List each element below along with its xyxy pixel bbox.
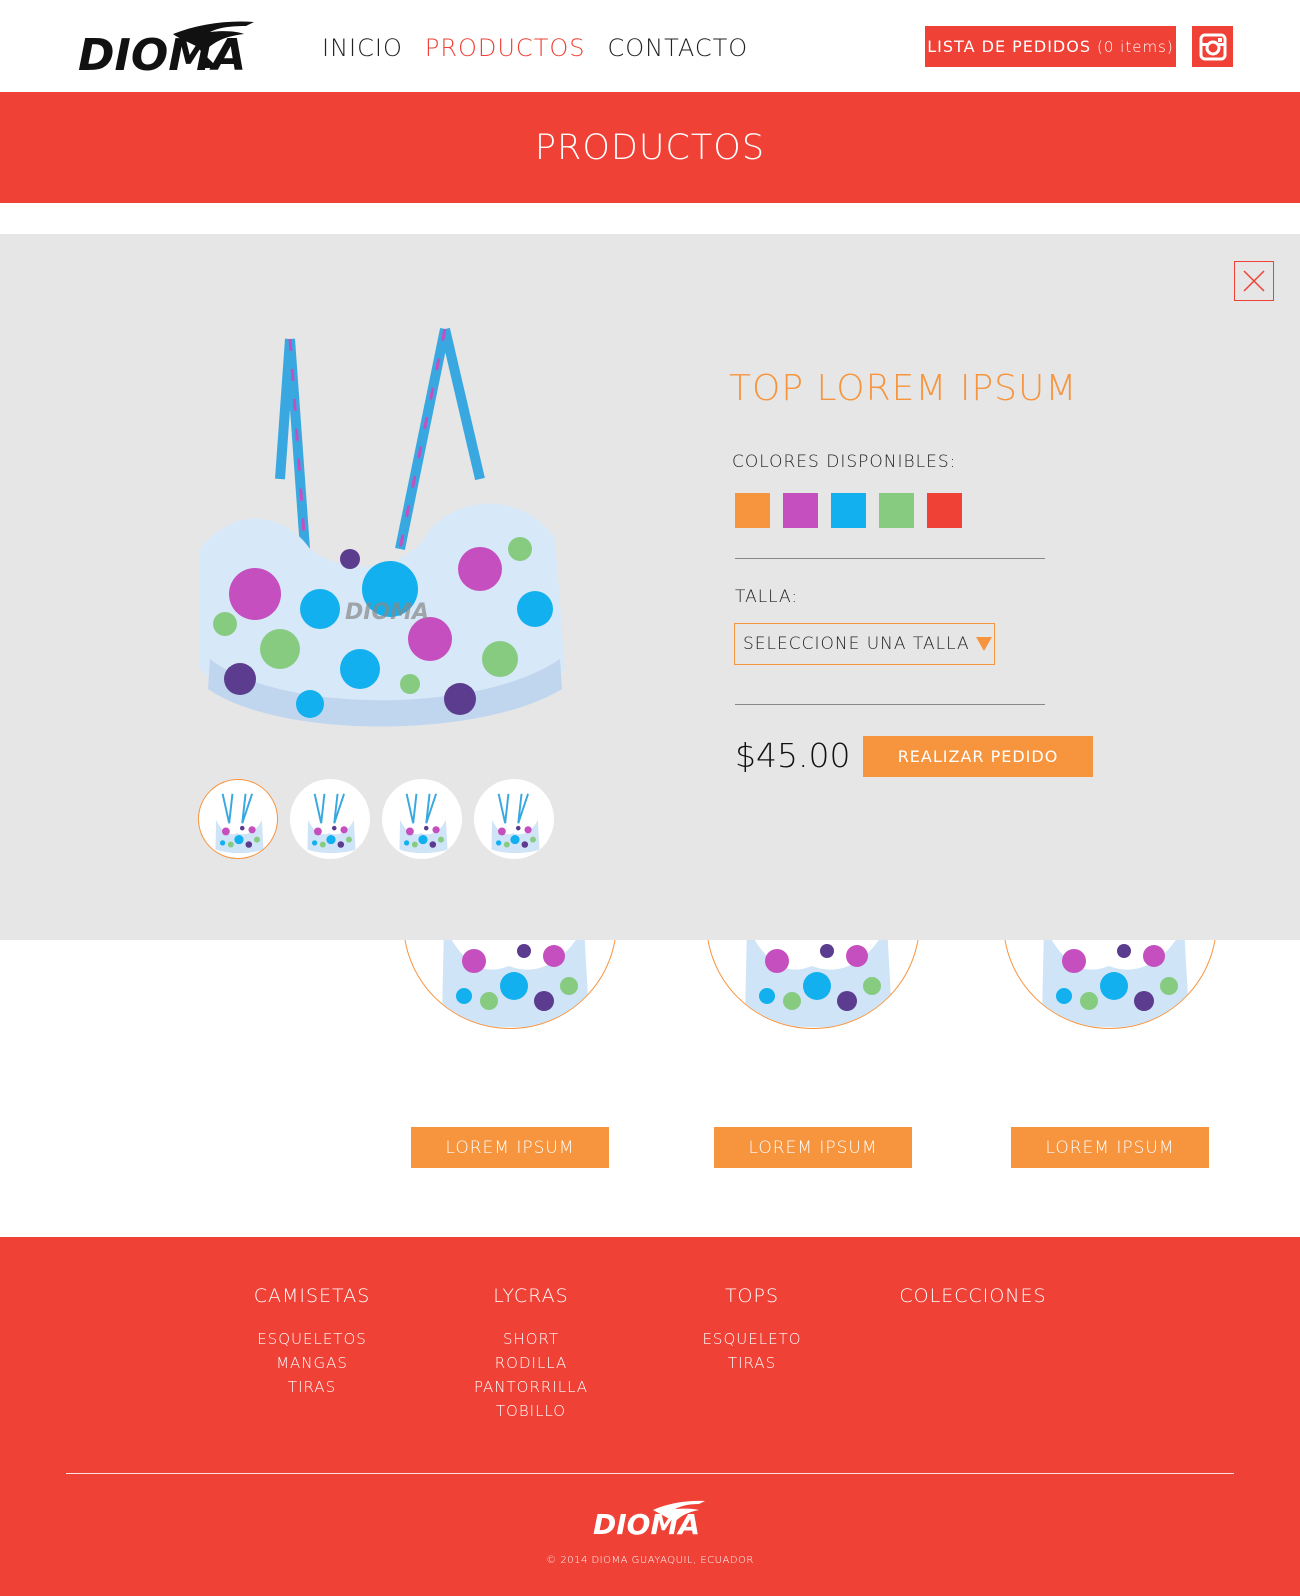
- triangle-down-icon: [975, 637, 992, 651]
- svg-text:DIOMA: DIOMA: [593, 1508, 700, 1538]
- thumbnail-image: [490, 792, 541, 854]
- thumbnail[interactable]: [474, 779, 554, 859]
- order-list-button[interactable]: LISTA DE PEDIDOS (0 items): [925, 26, 1176, 67]
- color-swatch-orange[interactable]: [735, 493, 770, 528]
- thumbnail-image: [306, 792, 357, 854]
- close-icon: [1243, 270, 1265, 292]
- thumbnail[interactable]: [382, 779, 462, 859]
- footer-link[interactable]: MANGAS: [212, 1351, 412, 1375]
- footer-link[interactable]: TIRAS: [212, 1375, 412, 1399]
- footer-column-camisetas: CAMISETAS ESQUELETOS MANGAS TIRAS: [212, 1285, 412, 1399]
- divider: [735, 704, 1045, 705]
- footer-column-title[interactable]: CAMISETAS: [212, 1285, 412, 1307]
- product-button[interactable]: LOREM IPSUM: [411, 1127, 609, 1168]
- thumbnail[interactable]: [198, 779, 278, 859]
- thumbnail-image: [398, 792, 449, 854]
- color-swatch-green[interactable]: [879, 493, 914, 528]
- product-title: TOP LOREM IPSUM: [729, 368, 1078, 409]
- color-swatch-purple[interactable]: [783, 493, 818, 528]
- footer-link[interactable]: RODILLA: [431, 1351, 631, 1375]
- site-header: DIOMA INICIO PRODUCTOS CONTACTO LISTA DE…: [0, 0, 1300, 92]
- footer-column-title[interactable]: TOPS: [652, 1285, 852, 1307]
- footer-column-tops: TOPS ESQUELETO TIRAS: [652, 1285, 852, 1375]
- footer-link[interactable]: ESQUELETO: [652, 1327, 852, 1351]
- dioma-footer-logo[interactable]: DIOMA: [593, 1500, 709, 1538]
- thumbnail[interactable]: [290, 779, 370, 859]
- close-button[interactable]: [1234, 261, 1274, 301]
- product-main-image: DIOMA: [200, 327, 565, 727]
- size-select[interactable]: SELECCIONE UNA TALLA: [734, 623, 995, 665]
- instagram-icon: [1199, 33, 1226, 60]
- footer-link[interactable]: SHORT: [431, 1327, 631, 1351]
- color-swatch-red[interactable]: [927, 493, 962, 528]
- nav-inicio[interactable]: INICIO: [322, 34, 403, 62]
- page-banner: PRODUCTOS: [0, 92, 1300, 203]
- place-order-button[interactable]: REALIZAR PEDIDO: [863, 736, 1093, 777]
- footer-link[interactable]: TIRAS: [652, 1351, 852, 1375]
- svg-text:DIOMA: DIOMA: [345, 600, 429, 625]
- thumbnail-image: [214, 792, 265, 854]
- color-swatch-blue[interactable]: [831, 493, 866, 528]
- footer-column-title[interactable]: COLECCIONES: [873, 1285, 1073, 1307]
- thumbnail-list: [198, 779, 554, 859]
- product-price: $45.00: [735, 736, 851, 775]
- footer-column-lycras: LYCRAS SHORT RODILLA PANTORRILLA TOBILLO: [431, 1285, 631, 1423]
- footer-link[interactable]: PANTORRILLA: [431, 1375, 631, 1399]
- order-list-label: LISTA DE PEDIDOS: [927, 37, 1091, 56]
- product-button[interactable]: LOREM IPSUM: [1011, 1127, 1209, 1168]
- footer-link[interactable]: TOBILLO: [431, 1399, 631, 1423]
- size-label: TALLA:: [735, 587, 799, 607]
- instagram-button[interactable]: [1192, 26, 1233, 67]
- nav-productos[interactable]: PRODUCTOS: [425, 34, 586, 62]
- size-select-value: SELECCIONE UNA TALLA: [743, 634, 970, 654]
- footer-column-colecciones: COLECCIONES: [873, 1285, 1073, 1327]
- svg-text:DIOMA: DIOMA: [78, 30, 246, 76]
- product-detail-modal: DIOMA TOP LOREM IPSUM COLORES DISPONIBLE…: [0, 234, 1300, 940]
- product-button[interactable]: LOREM IPSUM: [714, 1127, 912, 1168]
- order-list-count: (0 items): [1097, 37, 1174, 56]
- dioma-logo[interactable]: DIOMA: [78, 20, 260, 76]
- copyright-text: © 2014 DIOMA GUAYAQUIL, ECUADOR: [546, 1555, 754, 1566]
- main-nav: INICIO PRODUCTOS CONTACTO: [322, 34, 748, 62]
- colors-label: COLORES DISPONIBLES:: [732, 452, 957, 472]
- site-footer: CAMISETAS ESQUELETOS MANGAS TIRAS LYCRAS…: [0, 1237, 1300, 1596]
- footer-link[interactable]: ESQUELETOS: [212, 1327, 412, 1351]
- page-title: PRODUCTOS: [534, 127, 766, 168]
- footer-column-title[interactable]: LYCRAS: [431, 1285, 631, 1307]
- footer-divider: [66, 1473, 1234, 1474]
- nav-contacto[interactable]: CONTACTO: [607, 34, 748, 62]
- color-swatches: [735, 493, 962, 528]
- divider: [735, 558, 1045, 559]
